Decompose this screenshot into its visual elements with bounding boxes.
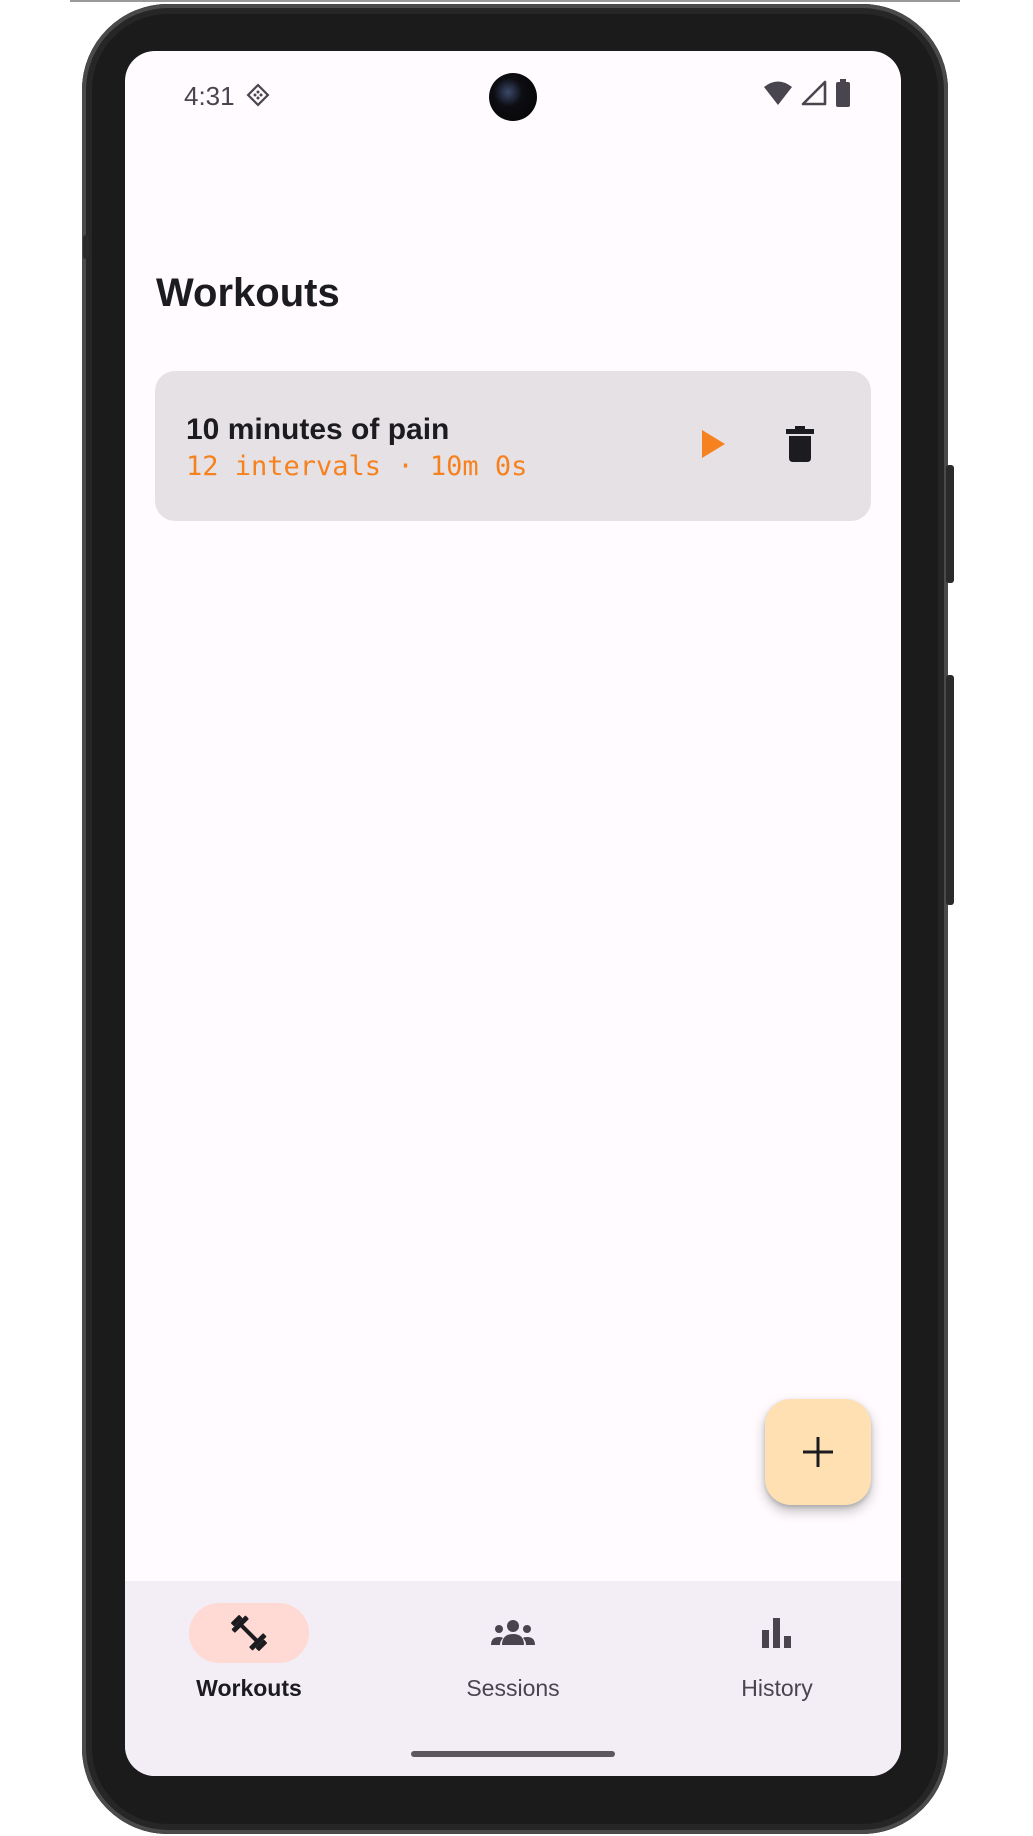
nav-item-history[interactable]: History <box>677 1603 877 1723</box>
delete-workout-button[interactable] <box>772 416 828 472</box>
workout-name: 10 minutes of pain <box>186 413 450 446</box>
dumbbell-icon <box>231 1615 267 1651</box>
add-workout-fab[interactable] <box>765 1399 871 1505</box>
top-edge-line <box>70 0 960 2</box>
phone-power-button <box>946 465 954 583</box>
device-screen: 4:31 Workouts 10 minutes of pain 12 inte… <box>125 51 901 1776</box>
workout-meta: 12 intervals · 10m 0s <box>186 451 528 482</box>
bar-chart-icon <box>762 1618 791 1648</box>
nav-item-workouts[interactable]: Workouts <box>149 1603 349 1723</box>
bottom-navigation: Workouts Sessions History <box>125 1581 901 1776</box>
group-icon <box>491 1620 535 1645</box>
front-camera <box>489 73 537 121</box>
status-icons <box>763 78 851 112</box>
page-title: Workouts <box>156 271 340 315</box>
nav-pill-history <box>717 1603 837 1663</box>
nav-item-sessions[interactable]: Sessions <box>413 1603 613 1723</box>
battery-icon <box>835 78 851 112</box>
status-time: 4:31 <box>184 81 235 111</box>
nav-active-indicator <box>189 1603 309 1663</box>
diamond-notification-icon <box>245 82 271 108</box>
phone-side-button-left <box>83 235 89 259</box>
cell-signal-icon <box>801 80 827 111</box>
workout-card[interactable]: 10 minutes of pain 12 intervals · 10m 0s <box>155 371 871 521</box>
home-indicator[interactable] <box>411 1751 615 1757</box>
phone-volume-button <box>946 675 954 905</box>
play-workout-button[interactable] <box>685 416 741 472</box>
wifi-icon <box>763 80 793 111</box>
nav-label-workouts: Workouts <box>196 1675 302 1701</box>
nav-pill-sessions <box>453 1603 573 1663</box>
nav-label-history: History <box>741 1675 813 1701</box>
trash-icon <box>786 426 814 462</box>
nav-label-sessions: Sessions <box>466 1675 560 1701</box>
plus-icon <box>803 1437 833 1467</box>
status-bar: 4:31 <box>125 51 901 141</box>
play-icon <box>702 430 725 458</box>
